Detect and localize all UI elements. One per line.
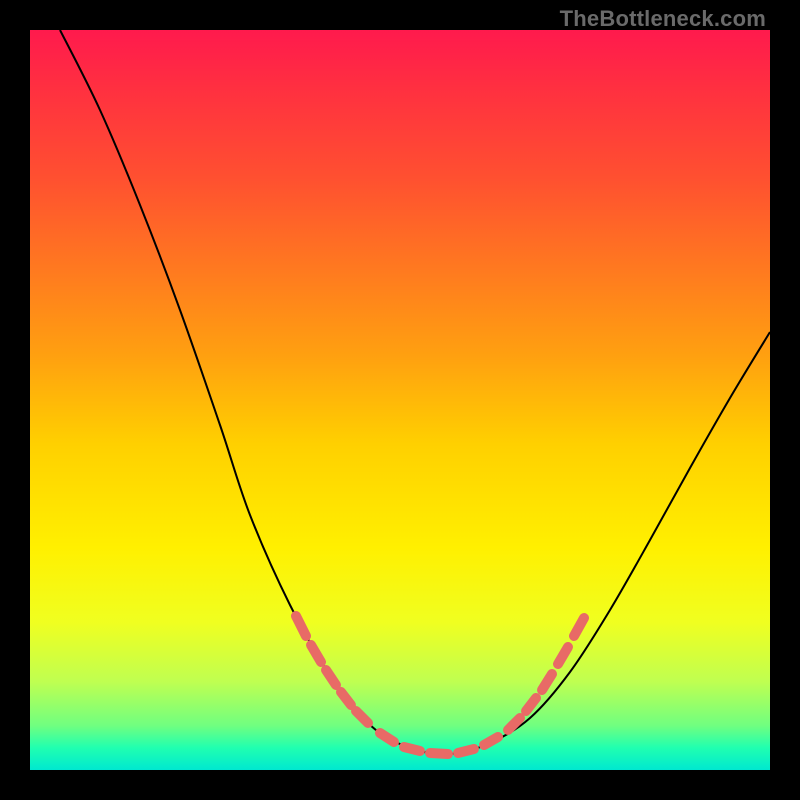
watermark-text: TheBottleneck.com	[560, 6, 766, 32]
chart-plot-area	[30, 30, 770, 770]
